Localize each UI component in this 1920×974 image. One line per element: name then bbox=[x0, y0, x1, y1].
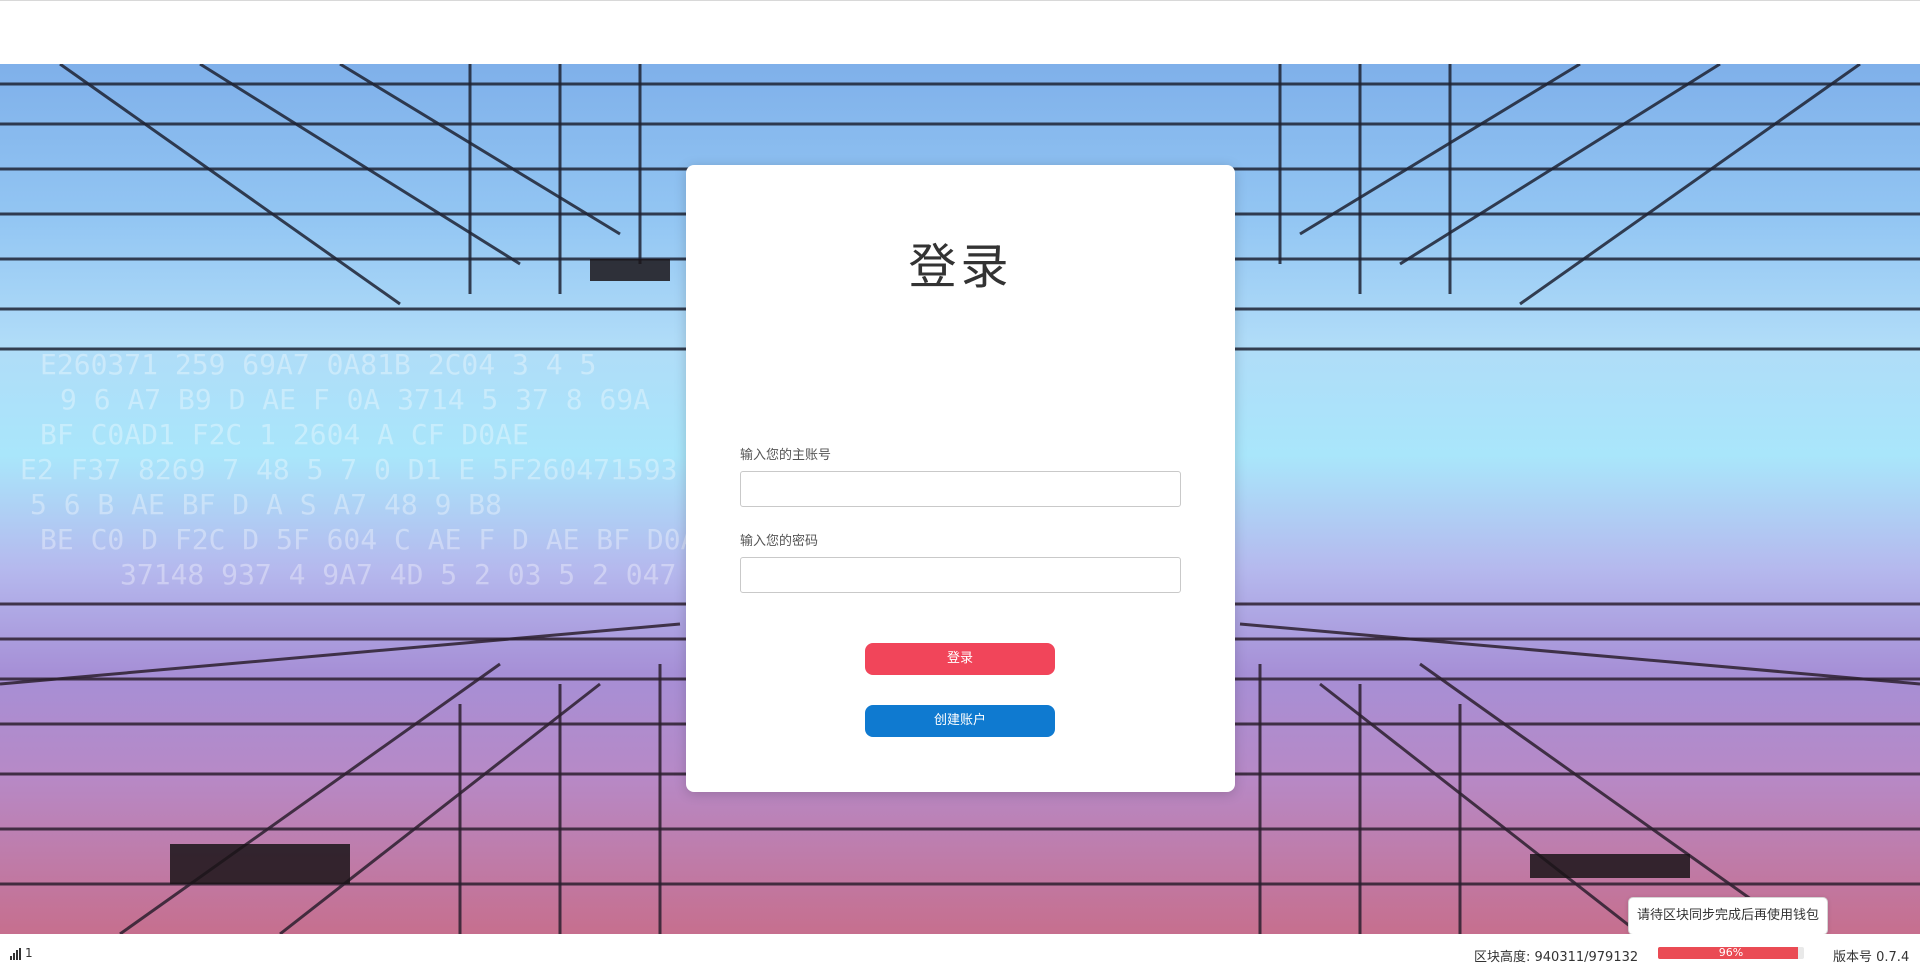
signal-icon bbox=[10, 948, 21, 960]
login-title: 登录 bbox=[908, 239, 1013, 295]
top-bar bbox=[0, 0, 1920, 64]
block-height: 区块高度: 940311/979132 bbox=[1474, 950, 1639, 965]
sync-progress-bar: 96% bbox=[1658, 947, 1804, 959]
account-label: 输入您的主账号 bbox=[740, 448, 832, 463]
hex-row-6: BE C0 D F2C D 5F 604 C AE F D AE BF D0A … bbox=[40, 523, 748, 556]
hex-row-3: BF C0AD1 F2C 1 2604 A CF D0AE bbox=[40, 418, 529, 451]
hex-row-1: E260371 259 69A7 0A81B 2C04 3 4 5 bbox=[40, 348, 596, 381]
sync-tooltip: 请待区块同步完成后再使用钱包 bbox=[1628, 897, 1829, 935]
hex-row-4: E2 F37 8269 7 48 5 7 0 D1 E 5F260471593 bbox=[20, 453, 677, 486]
create-account-button[interactable]: 创建账户 bbox=[865, 705, 1055, 737]
hex-row-5: 5 6 B AE BF D A S A7 48 9 B8 bbox=[30, 488, 502, 521]
password-label: 输入您的密码 bbox=[740, 534, 819, 549]
account-input[interactable] bbox=[740, 471, 1181, 507]
status-bar: 1 区块高度: 940311/979132 96% 版本号 0.7.4 bbox=[0, 934, 1920, 974]
peer-count-value: 1 bbox=[25, 946, 33, 960]
peer-count[interactable]: 1 bbox=[10, 946, 33, 960]
password-input[interactable] bbox=[740, 557, 1181, 593]
hex-row-2: 9 6 A7 B9 D AE F 0A 3714 5 37 8 69A bbox=[60, 383, 650, 416]
version-label: 版本号 0.7.4 bbox=[1833, 950, 1910, 965]
hex-row-7: 37148 937 4 9A7 4D 5 2 03 5 2 047 582 bbox=[120, 558, 744, 591]
sync-progress-label: 96% bbox=[1718, 947, 1744, 959]
login-button[interactable]: 登录 bbox=[865, 643, 1055, 675]
login-card: 登录 输入您的主账号 输入您的密码 登录 创建账户 bbox=[686, 165, 1235, 792]
